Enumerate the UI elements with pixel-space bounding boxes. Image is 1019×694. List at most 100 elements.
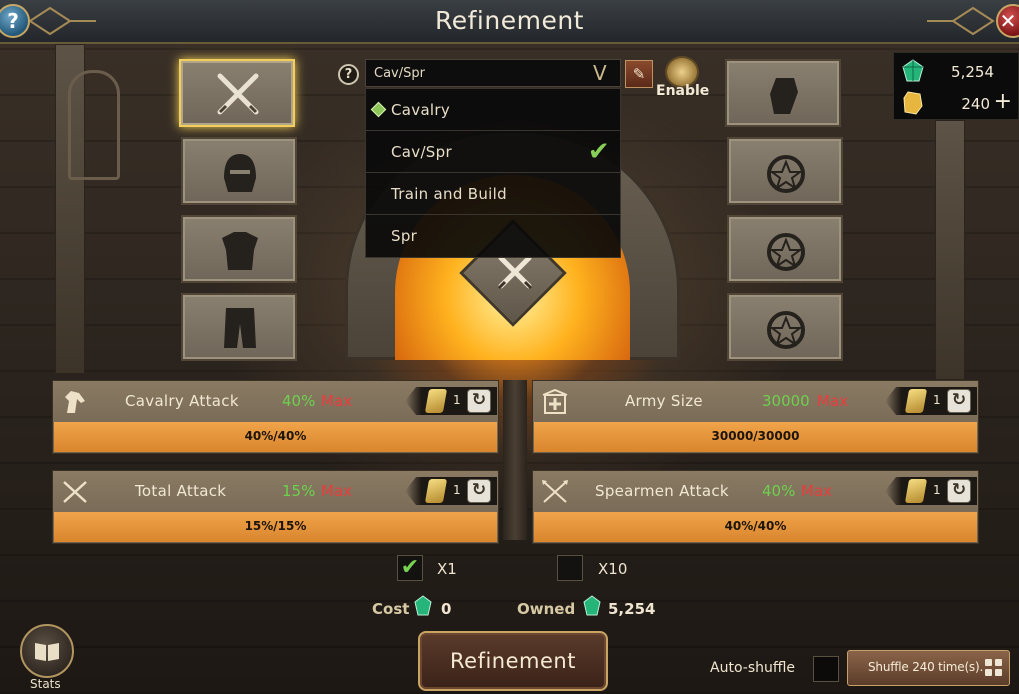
x1-checkbox[interactable]: ✔ bbox=[397, 555, 423, 581]
refinement-button[interactable]: Refinement bbox=[418, 631, 608, 691]
auto-shuffle-label: Auto-shuffle bbox=[710, 660, 796, 676]
refinement-button-label: Refinement bbox=[450, 649, 576, 673]
stat-progress-text: 40%/40% bbox=[244, 429, 307, 443]
stat-current-value: 15% bbox=[282, 482, 316, 500]
stat-name: Spearmen Attack bbox=[595, 482, 729, 500]
gem-balance-value: 5,254 bbox=[951, 63, 994, 81]
stat-reroll-control: 1 ↻ bbox=[405, 387, 497, 415]
stat-current-value: 30000 bbox=[762, 392, 810, 410]
preset-option-cav-spr[interactable]: Cav/Spr ✔ bbox=[366, 131, 620, 173]
armor-icon bbox=[222, 232, 258, 270]
stat-card-cavalry-attack: Cavalry Attack 40% Max 1 ↻ 40%/40% bbox=[52, 380, 499, 454]
stat-progress-bar: 15%/15% bbox=[54, 512, 497, 542]
stat-max-label: Max bbox=[321, 482, 353, 500]
stats-label: Stats bbox=[30, 677, 61, 691]
refresh-button[interactable]: ↻ bbox=[467, 389, 491, 413]
reroll-cost: 1 bbox=[933, 393, 941, 407]
shuffle-button[interactable]: Shuffle 240 time(s). bbox=[847, 650, 1010, 686]
rename-preset-button[interactable]: ✎ bbox=[625, 60, 653, 88]
crossed-swords-icon bbox=[63, 481, 87, 503]
preset-option-label: Cavalry bbox=[391, 101, 451, 119]
stat-max-label: Max bbox=[817, 392, 849, 410]
preset-option-train-and-build[interactable]: Train and Build bbox=[366, 173, 620, 215]
lantern-icon bbox=[68, 70, 120, 180]
crossed-swords-icon bbox=[495, 252, 535, 296]
slot-accessory-3[interactable] bbox=[727, 293, 843, 361]
stat-progress-text: 30000/30000 bbox=[711, 429, 800, 443]
currency-panel: 5,254 240 + bbox=[893, 52, 1019, 120]
stat-name: Total Attack bbox=[135, 482, 227, 500]
stat-card-army-size: Army Size 30000 Max 1 ↻ 30000/30000 bbox=[532, 380, 979, 454]
slot-weapon[interactable] bbox=[179, 59, 295, 127]
stat-progress-text: 40%/40% bbox=[724, 519, 787, 533]
pendant-icon bbox=[767, 311, 805, 349]
stat-reroll-control: 1 ↻ bbox=[405, 477, 497, 505]
pendant-icon bbox=[767, 155, 805, 193]
preset-option-label: Train and Build bbox=[391, 185, 507, 203]
preset-dropdown-list: Cavalry Cav/Spr ✔ Train and Build Spr bbox=[365, 88, 621, 258]
reroll-cost: 1 bbox=[933, 483, 941, 497]
gold-gem-icon bbox=[424, 479, 448, 503]
cost-label: Cost bbox=[372, 600, 410, 618]
gold-gem-icon bbox=[424, 389, 448, 413]
preset-option-spr[interactable]: Spr bbox=[366, 215, 620, 257]
page-title: Refinement bbox=[435, 6, 584, 35]
checkmark-icon: ✔ bbox=[587, 137, 610, 167]
wall-pillar bbox=[935, 120, 965, 380]
gauntlet-icon bbox=[770, 78, 798, 114]
emerald-icon bbox=[583, 595, 601, 616]
close-button[interactable]: ✕ bbox=[996, 4, 1019, 38]
gold-gem-icon bbox=[904, 479, 928, 503]
cost-value: 0 bbox=[441, 600, 452, 618]
stat-name: Army Size bbox=[625, 392, 703, 410]
chevron-down-icon[interactable]: V bbox=[593, 61, 607, 85]
crossed-swords-icon bbox=[217, 73, 259, 115]
stat-progress-bar: 40%/40% bbox=[534, 512, 977, 542]
enable-label[interactable]: Enable bbox=[656, 83, 709, 99]
slot-accessory-1[interactable] bbox=[727, 137, 843, 205]
reroll-cost: 1 bbox=[453, 393, 461, 407]
x10-label: X10 bbox=[598, 560, 628, 578]
preset-help-icon[interactable]: ? bbox=[338, 64, 359, 85]
diamond-icon bbox=[370, 101, 387, 118]
horse-icon bbox=[65, 391, 85, 413]
stat-progress-bar: 30000/30000 bbox=[534, 422, 977, 452]
slot-gloves[interactable] bbox=[725, 59, 841, 127]
stats-button[interactable] bbox=[20, 624, 74, 678]
preset-option-label: Cav/Spr bbox=[391, 143, 452, 161]
center-divider bbox=[503, 380, 527, 540]
refresh-button[interactable]: ↻ bbox=[947, 479, 971, 503]
leggings-icon bbox=[224, 308, 256, 348]
stat-reroll-control: 1 ↻ bbox=[885, 387, 977, 415]
owned-value: 5,254 bbox=[608, 600, 656, 618]
auto-shuffle-checkbox[interactable] bbox=[813, 656, 839, 682]
emerald-icon bbox=[414, 595, 432, 616]
reroll-cost: 1 bbox=[453, 483, 461, 497]
refresh-button[interactable]: ↻ bbox=[947, 389, 971, 413]
preset-option-label: Spr bbox=[391, 227, 418, 245]
slot-armor[interactable] bbox=[181, 215, 297, 283]
stat-current-value: 40% bbox=[282, 392, 316, 410]
pencil-icon: ✎ bbox=[632, 65, 646, 83]
preset-option-cavalry[interactable]: Cavalry bbox=[366, 89, 620, 131]
pendant-icon bbox=[767, 233, 805, 271]
preset-select[interactable]: Cav/Spr bbox=[365, 59, 621, 87]
stat-reroll-control: 1 ↻ bbox=[885, 477, 977, 505]
gold-balance-value: 240 bbox=[961, 95, 990, 113]
preset-select-value: Cav/Spr bbox=[374, 66, 425, 81]
stat-max-label: Max bbox=[321, 392, 353, 410]
book-icon bbox=[35, 643, 59, 661]
emerald-icon bbox=[902, 59, 924, 82]
slot-accessory-2[interactable] bbox=[727, 215, 843, 283]
gold-gem-icon bbox=[903, 91, 923, 115]
gold-balance: 240 + bbox=[894, 87, 1018, 119]
slot-helmet[interactable] bbox=[181, 137, 297, 205]
slot-leggings[interactable] bbox=[181, 293, 297, 361]
refresh-button[interactable]: ↻ bbox=[467, 479, 491, 503]
add-gold-button[interactable]: + bbox=[994, 89, 1012, 114]
stat-current-value: 40% bbox=[762, 482, 796, 500]
gem-balance: 5,254 bbox=[894, 55, 1018, 87]
stat-card-total-attack: Total Attack 15% Max 1 ↻ 15%/15% bbox=[52, 470, 499, 544]
army-size-icon bbox=[542, 389, 568, 414]
x10-checkbox[interactable] bbox=[557, 555, 583, 581]
